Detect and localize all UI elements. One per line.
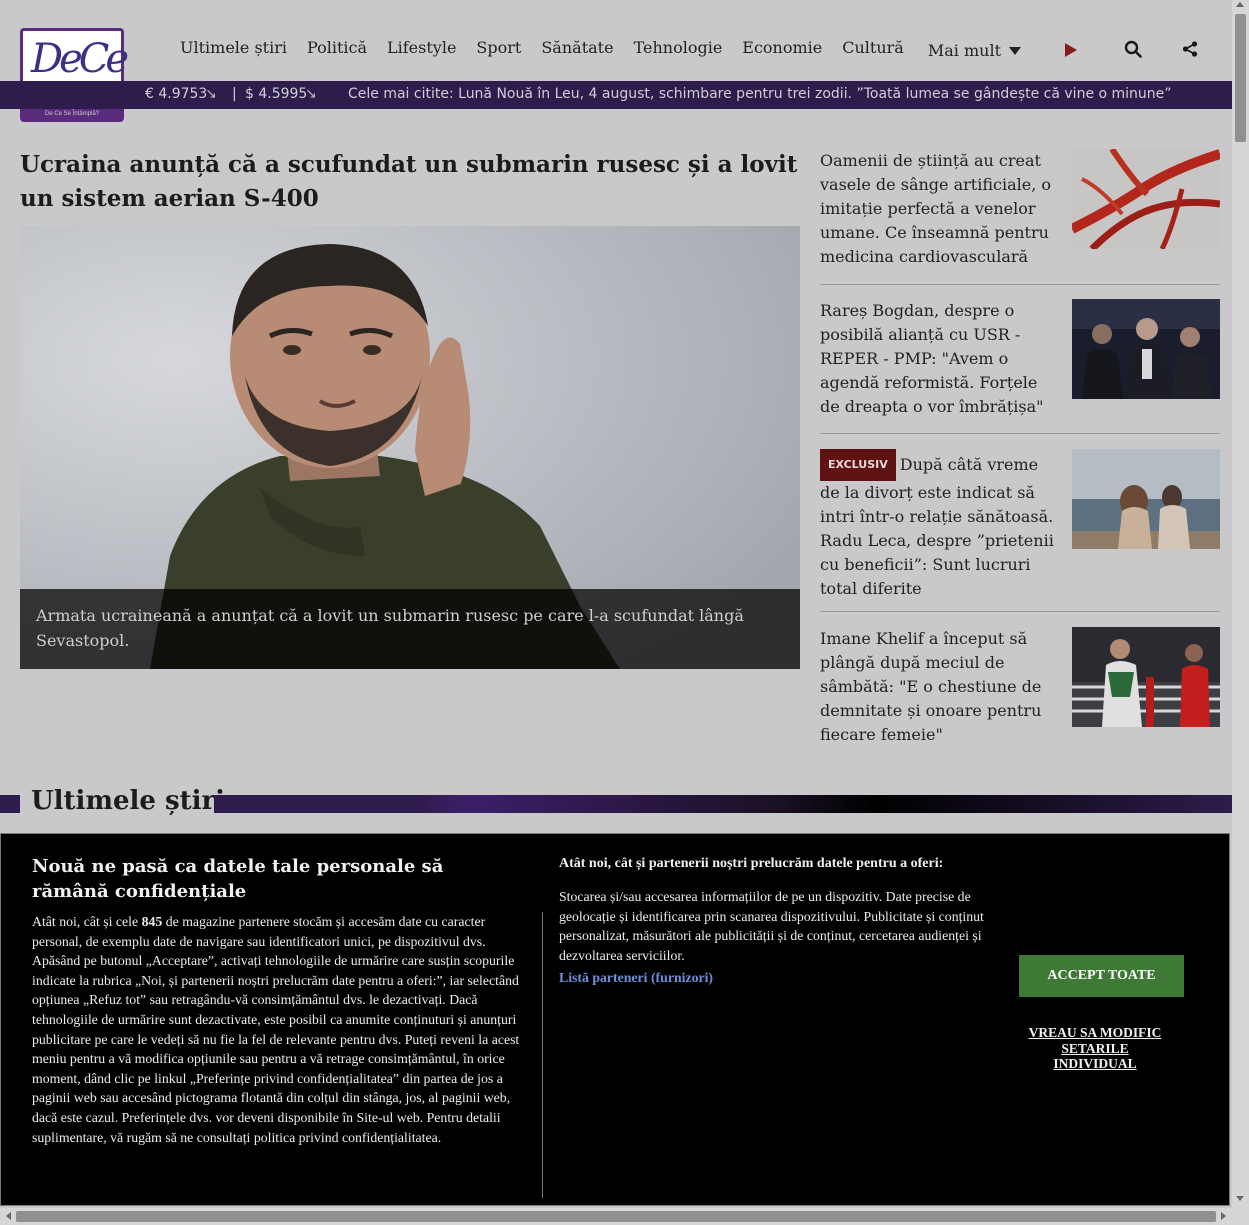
main-article-image[interactable]: Armata ucraineană a anunțat că a lovit u… — [20, 226, 800, 669]
usd-rate: $ 4.5995 — [245, 86, 308, 102]
cookie-divider — [542, 912, 543, 1198]
scroll-up-icon[interactable] — [1236, 2, 1244, 7]
nav-item-ultimele-stiri[interactable]: Ultimele știri — [180, 38, 287, 62]
scroll-right-icon[interactable] — [1221, 1212, 1226, 1220]
main-article-caption: Armata ucraineană a anunțat că a lovit u… — [20, 589, 800, 669]
play-icon[interactable] — [1065, 43, 1077, 57]
customize-settings-button[interactable]: VREAU SA MODIFIC SETARILE INDIVIDUAL — [1021, 1025, 1169, 1072]
blood-vessels-image — [1072, 149, 1220, 249]
boxing-ring-image — [1072, 627, 1220, 727]
logo-mark: DeCe — [31, 36, 129, 82]
nav-item-tehnologie[interactable]: Tehnologie — [634, 38, 723, 62]
sidebar-article-thumbnail[interactable] — [1072, 449, 1220, 549]
cookie-title: Nouă ne pasă ca datele tale personale să… — [32, 856, 444, 902]
scrollbar-corner — [1232, 1208, 1249, 1225]
nav-item-lifestyle[interactable]: Lifestyle — [387, 38, 456, 62]
sidebar-article[interactable]: EXCLUSIV După câtă vreme de la divorț est… — [820, 449, 1220, 599]
nav-more-label: Mai mult — [927, 40, 1001, 60]
logo-tagline: De Ce Se Întâmplă? — [44, 111, 100, 117]
currency-ticker: € 4.9753 ↘ | $ 4.5995 ↘ Cele mai citite:… — [0, 81, 1232, 109]
section-rule — [214, 795, 1232, 813]
nav-item-sanatate[interactable]: Sănătate — [541, 38, 613, 62]
sidebar-article-thumbnail[interactable] — [1072, 627, 1220, 727]
sidebar-divider — [820, 284, 1220, 285]
share-icon[interactable] — [1182, 41, 1198, 57]
section-accent — [0, 795, 20, 813]
sidebar-article-title[interactable]: Rareș Bogdan, despre o posibilă alianță … — [820, 299, 1056, 419]
sidebar-article-title[interactable]: EXCLUSIV După câtă vreme de la divorț est… — [820, 449, 1056, 601]
main-article-title[interactable]: Ucraina anunță că a scufundat un submari… — [20, 148, 800, 216]
chevron-down-icon — [1009, 47, 1021, 55]
cookie-body-intro: Atât noi, cât și cele — [32, 914, 142, 929]
nav-item-economie[interactable]: Economie — [742, 38, 822, 62]
partners-count: 845 — [141, 914, 163, 929]
trend-down-icon: ↘ — [305, 86, 317, 102]
cookie-purposes: Stocarea și/sau accesarea informațiilor … — [559, 889, 984, 963]
sidebar-article[interactable]: Rareș Bogdan, despre o posibilă alianță … — [820, 299, 1220, 421]
sidebar-divider — [820, 611, 1220, 612]
main-nav: Ultimele știri Politică Lifestyle Sport … — [170, 38, 1031, 62]
nav-item-politica[interactable]: Politică — [307, 38, 367, 62]
sidebar-article-thumbnail[interactable] — [1072, 149, 1220, 249]
nav-item-more[interactable]: Mai mult — [928, 38, 1021, 62]
search-icon[interactable] — [1124, 40, 1142, 58]
partners-list-link[interactable]: Listă parteneri (furnizori) — [559, 970, 713, 986]
exclusive-badge: EXCLUSIV — [820, 449, 896, 481]
scroll-down-icon[interactable] — [1236, 1196, 1244, 1201]
nav-item-sport[interactable]: Sport — [476, 38, 521, 62]
horizontal-scroll-thumb[interactable] — [16, 1211, 1216, 1222]
cookie-body: Atât noi, cât și cele 845 de magazine pa… — [32, 912, 528, 1147]
sidebar-article-title[interactable]: Oamenii de știință au creat vasele de sâ… — [820, 149, 1056, 269]
most-read-link[interactable]: Cele mai citite: Lună Nouă în Leu, 4 aug… — [348, 86, 1172, 102]
cookie-consent-banner: Nouă ne pasă ca datele tale personale să… — [0, 833, 1230, 1206]
sidebar-article[interactable]: Oamenii de știință au creat vasele de sâ… — [820, 149, 1220, 271]
cookie-purposes-title: Atât noi, cât și partenerii noștri prelu… — [559, 856, 944, 871]
sidebar-article-thumbnail[interactable] — [1072, 299, 1220, 399]
sidebar-article[interactable]: Imane Khelif a început să plângă după me… — [820, 627, 1220, 749]
sidebar-article-title[interactable]: Imane Khelif a început să plângă după me… — [820, 627, 1056, 747]
ticker-separator: | — [232, 86, 237, 102]
cookie-body-text: de magazine partenere stocăm și accesăm … — [32, 914, 520, 1145]
section-title[interactable]: Ultimele știri — [31, 786, 225, 816]
couple-sea-image — [1072, 449, 1220, 549]
nav-item-cultura[interactable]: Cultură — [842, 38, 904, 62]
eur-rate: € 4.9753 — [145, 86, 208, 102]
sidebar-divider — [820, 433, 1220, 434]
horizontal-scrollbar[interactable] — [0, 1208, 1232, 1225]
trend-down-icon: ↘ — [205, 86, 217, 102]
scroll-left-icon[interactable] — [6, 1212, 11, 1220]
vertical-scroll-thumb[interactable] — [1235, 14, 1246, 142]
vertical-scrollbar[interactable] — [1232, 0, 1249, 1208]
politicians-image — [1072, 299, 1220, 399]
accept-all-button[interactable]: ACCEPT TOATE — [1019, 955, 1184, 997]
